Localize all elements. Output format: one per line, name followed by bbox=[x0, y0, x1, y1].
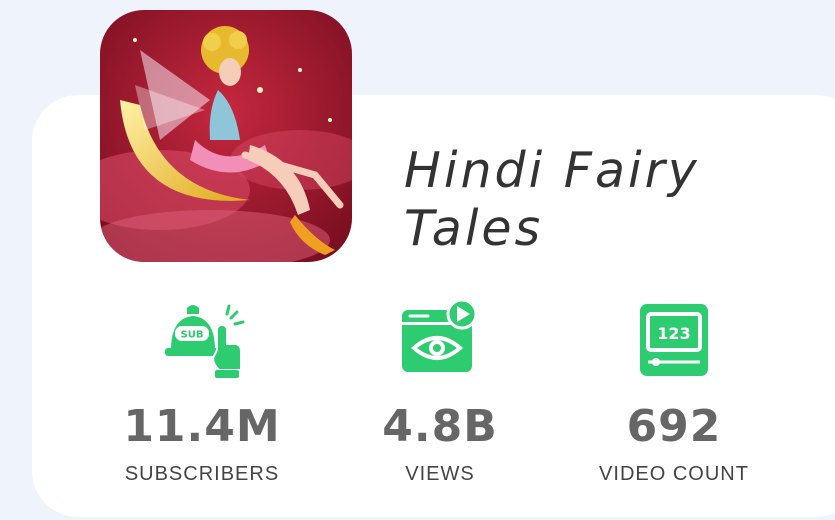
stat-views: 4.8B VIEWS bbox=[340, 300, 540, 486]
stat-subscribers: SUB 11.4M SUBSCRIBERS bbox=[102, 300, 302, 486]
video-count-icon: 123 bbox=[574, 300, 774, 380]
stat-video-count: 123 692 VIDEO COUNT bbox=[574, 300, 774, 486]
video-count-label: VIDEO COUNT bbox=[599, 463, 749, 485]
svg-text:SUB: SUB bbox=[181, 330, 204, 341]
svg-text:123: 123 bbox=[657, 324, 690, 343]
video-count-value: 692 bbox=[626, 401, 722, 452]
subscribers-value: 11.4M bbox=[123, 401, 281, 452]
channel-name: Hindi Fairy Tales bbox=[404, 142, 700, 257]
video-views-eye-icon bbox=[340, 300, 540, 380]
views-value: 4.8B bbox=[382, 401, 498, 452]
views-label: VIEWS bbox=[405, 463, 475, 485]
channel-avatar[interactable] bbox=[100, 10, 352, 262]
subscribe-bell-icon: SUB bbox=[102, 300, 302, 380]
subscribers-label: SUBSCRIBERS bbox=[124, 463, 280, 485]
